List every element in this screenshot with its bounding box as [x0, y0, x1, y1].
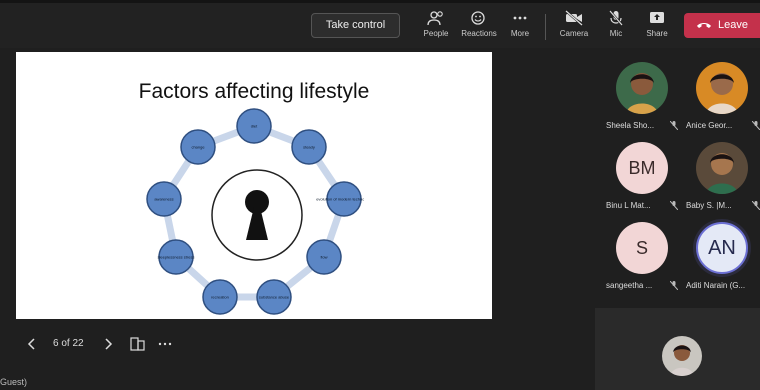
- reactions-button[interactable]: Reactions: [457, 10, 501, 46]
- hang-up-icon: [697, 23, 711, 28]
- participant-name: Anice Geor...: [686, 121, 733, 130]
- camera-label: Camera: [559, 29, 589, 38]
- mic-muted-icon: [670, 121, 678, 130]
- more-button[interactable]: More: [498, 10, 542, 46]
- share-icon: [650, 12, 664, 23]
- mic-muted-icon: [670, 281, 678, 290]
- participant-photo: [696, 142, 748, 194]
- factor-node-label: change: [191, 145, 205, 150]
- participant-tile[interactable]: BM Binu L Mat...: [602, 142, 682, 222]
- participant-name: Baby S. |M...: [686, 201, 732, 210]
- camera-off-icon: [565, 10, 583, 26]
- participant-initials-avatar: AN: [696, 222, 748, 274]
- take-control-button[interactable]: Take control: [311, 13, 400, 38]
- next-slide-icon[interactable]: [101, 334, 115, 354]
- participant-tile[interactable]: Sheela Sho...: [602, 62, 682, 142]
- presentation-slide: Factors affecting lifestyle diet steady ev…: [16, 52, 492, 319]
- meeting-toolbar: Take control People Reactions More Camer…: [0, 0, 760, 48]
- toolbar-edge: [0, 0, 760, 3]
- presenter-more-icon[interactable]: [157, 334, 175, 354]
- participant-tile[interactable]: S sangeetha ...: [602, 222, 682, 302]
- factor-node-label: steady: [303, 145, 315, 150]
- slide-page-indicator: 6 of 22: [53, 338, 84, 349]
- people-icon: [427, 11, 443, 26]
- participant-tile[interactable]: Anice Geor...: [682, 62, 760, 142]
- previous-slide-icon[interactable]: [25, 334, 39, 354]
- share-label: Share: [646, 29, 668, 38]
- people-button[interactable]: People: [414, 10, 458, 46]
- more-label: More: [510, 29, 530, 38]
- slide-title: Factors affecting lifestyle: [138, 80, 370, 103]
- people-label: People: [423, 29, 449, 38]
- mic-label: Mic: [609, 29, 623, 38]
- leave-button[interactable]: Leave: [684, 13, 760, 38]
- slide-thumbnails-icon[interactable]: [129, 334, 147, 354]
- lifestyle-factors-diagram: diet steady evolution of modern technology…: [146, 108, 364, 315]
- reactions-label: Reactions: [461, 29, 497, 38]
- factor-node-label: awareness: [154, 197, 173, 202]
- toolbar-divider: [545, 14, 546, 40]
- participant-name: Aditi Narain (G...: [686, 281, 746, 290]
- guest-label: Guest): [0, 377, 28, 387]
- factor-node-label: substance abuse: [259, 295, 290, 300]
- leave-label: Leave: [718, 19, 748, 31]
- mic-muted-icon: [752, 121, 760, 130]
- factor-node-label: evolution of modern technology: [316, 197, 364, 202]
- self-view-photo: [662, 336, 702, 376]
- factor-node-label: diet: [251, 124, 258, 129]
- participant-initials-avatar: BM: [616, 142, 668, 194]
- more-dots-icon: [513, 16, 527, 20]
- participant-initials-avatar: S: [616, 222, 668, 274]
- mic-button[interactable]: Mic: [594, 10, 638, 46]
- participant-photo: [616, 62, 668, 114]
- reactions-icon: [471, 11, 485, 25]
- participant-photo: [696, 62, 748, 114]
- factor-node-label: sleeplessness stress: [158, 255, 195, 260]
- mic-muted-icon: [670, 201, 678, 210]
- participant-tile[interactable]: AN Aditi Narain (G...: [682, 222, 760, 302]
- mic-off-icon: [609, 10, 623, 26]
- mic-muted-icon: [752, 201, 760, 210]
- factor-node-label: flow: [320, 255, 327, 260]
- factor-node-label: recreation: [211, 295, 229, 300]
- share-button[interactable]: Share: [635, 10, 679, 46]
- camera-button[interactable]: Camera: [552, 10, 596, 46]
- participant-tile[interactable]: Baby S. |M...: [682, 142, 760, 222]
